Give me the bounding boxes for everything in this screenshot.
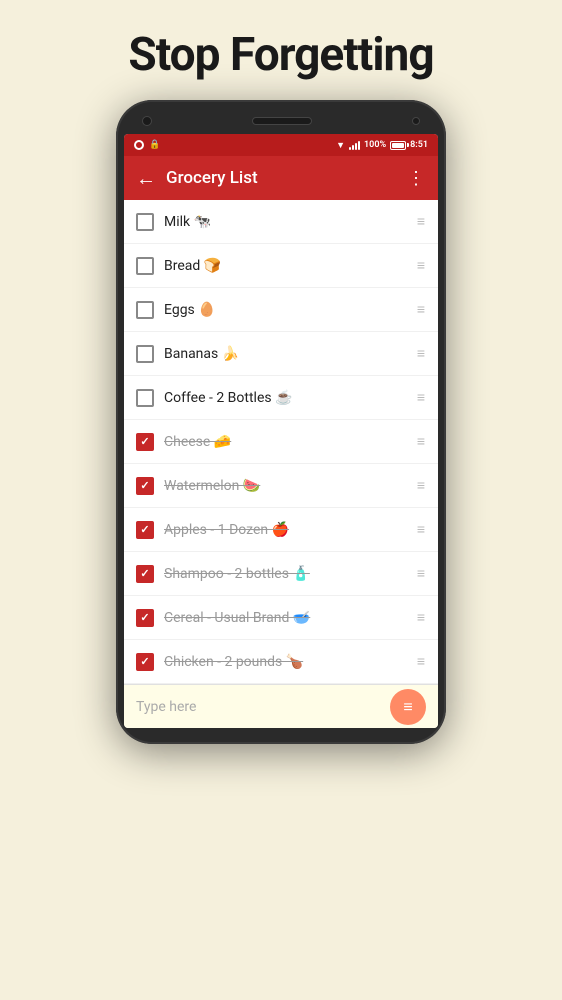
phone: 🔒 ▼ 100% 8:51: [116, 100, 446, 744]
checkbox-shampoo[interactable]: [136, 565, 154, 583]
item-text-bread: Bread 🍞: [164, 258, 417, 274]
checkbox-bread[interactable]: [136, 257, 154, 275]
checkbox-chicken[interactable]: [136, 653, 154, 671]
drag-handle[interactable]: ≡: [417, 213, 426, 230]
add-icon: ≡: [403, 697, 412, 717]
drag-handle[interactable]: ≡: [417, 257, 426, 274]
list-item: Eggs 🥚 ≡: [124, 288, 438, 332]
drag-handle[interactable]: ≡: [417, 301, 426, 318]
speaker: [252, 117, 312, 125]
item-text-eggs: Eggs 🥚: [164, 302, 417, 318]
drag-handle[interactable]: ≡: [417, 653, 426, 670]
checkbox-cereal[interactable]: [136, 609, 154, 627]
drag-handle[interactable]: ≡: [417, 389, 426, 406]
item-text-chicken: Chicken - 2 pounds 🍗: [164, 654, 417, 670]
list-item: Shampoo - 2 bottles 🧴 ≡: [124, 552, 438, 596]
item-text-apples: Apples - 1 Dozen 🍎: [164, 522, 417, 538]
overflow-menu-button[interactable]: ⋮: [407, 168, 426, 189]
app-bar-title: Grocery List: [166, 168, 407, 188]
list-item: Apples - 1 Dozen 🍎 ≡: [124, 508, 438, 552]
list-item: Bread 🍞 ≡: [124, 244, 438, 288]
checkbox-bananas[interactable]: [136, 345, 154, 363]
battery-percent: 100%: [364, 140, 386, 150]
list-item: Watermelon 🍉 ≡: [124, 464, 438, 508]
item-text-coffee: Coffee - 2 Bottles ☕: [164, 390, 417, 406]
add-item-fab[interactable]: ≡: [390, 689, 426, 725]
app-bar: ← Grocery List ⋮: [124, 156, 438, 200]
back-button[interactable]: ←: [136, 166, 156, 191]
drag-handle[interactable]: ≡: [417, 345, 426, 362]
list-item: Coffee - 2 Bottles ☕ ≡: [124, 376, 438, 420]
drag-handle[interactable]: ≡: [417, 609, 426, 626]
checkbox-eggs[interactable]: [136, 301, 154, 319]
list-item: Milk 🐄 ≡: [124, 200, 438, 244]
list-item: Chicken - 2 pounds 🍗 ≡: [124, 640, 438, 684]
drag-handle[interactable]: ≡: [417, 521, 426, 538]
sensor: [412, 117, 420, 125]
checkbox-cheese[interactable]: [136, 433, 154, 451]
item-text-shampoo: Shampoo - 2 bottles 🧴: [164, 566, 417, 582]
drag-handle[interactable]: ≡: [417, 565, 426, 582]
item-text-watermelon: Watermelon 🍉: [164, 478, 417, 494]
signal-icon: [349, 140, 360, 150]
checkbox-coffee[interactable]: [136, 389, 154, 407]
status-bar: 🔒 ▼ 100% 8:51: [124, 134, 438, 156]
item-text-cheese: Cheese 🧀: [164, 434, 417, 450]
clock: 8:51: [410, 140, 428, 150]
checkbox-milk[interactable]: [136, 213, 154, 231]
wifi-icon: ▼: [336, 140, 345, 151]
list-item: Cheese 🧀 ≡: [124, 420, 438, 464]
checkbox-apples[interactable]: [136, 521, 154, 539]
lock-icon: 🔒: [149, 140, 160, 150]
input-bar: Type here ≡: [124, 684, 438, 728]
input-placeholder[interactable]: Type here: [136, 699, 390, 715]
item-text-milk: Milk 🐄: [164, 214, 417, 230]
page-title: Stop Forgetting: [0, 0, 562, 100]
drag-handle[interactable]: ≡: [417, 433, 426, 450]
battery-icon: [390, 141, 406, 150]
grocery-list: Milk 🐄 ≡ Bread 🍞 ≡ Eggs 🥚 ≡ Bananas 🍌: [124, 200, 438, 684]
list-item: Cereal - Usual Brand 🥣 ≡: [124, 596, 438, 640]
item-text-bananas: Bananas 🍌: [164, 346, 417, 362]
checkbox-watermelon[interactable]: [136, 477, 154, 495]
drag-handle[interactable]: ≡: [417, 477, 426, 494]
list-item: Bananas 🍌 ≡: [124, 332, 438, 376]
item-text-cereal: Cereal - Usual Brand 🥣: [164, 610, 417, 626]
front-camera: [142, 116, 152, 126]
notification-icon: [134, 140, 144, 150]
